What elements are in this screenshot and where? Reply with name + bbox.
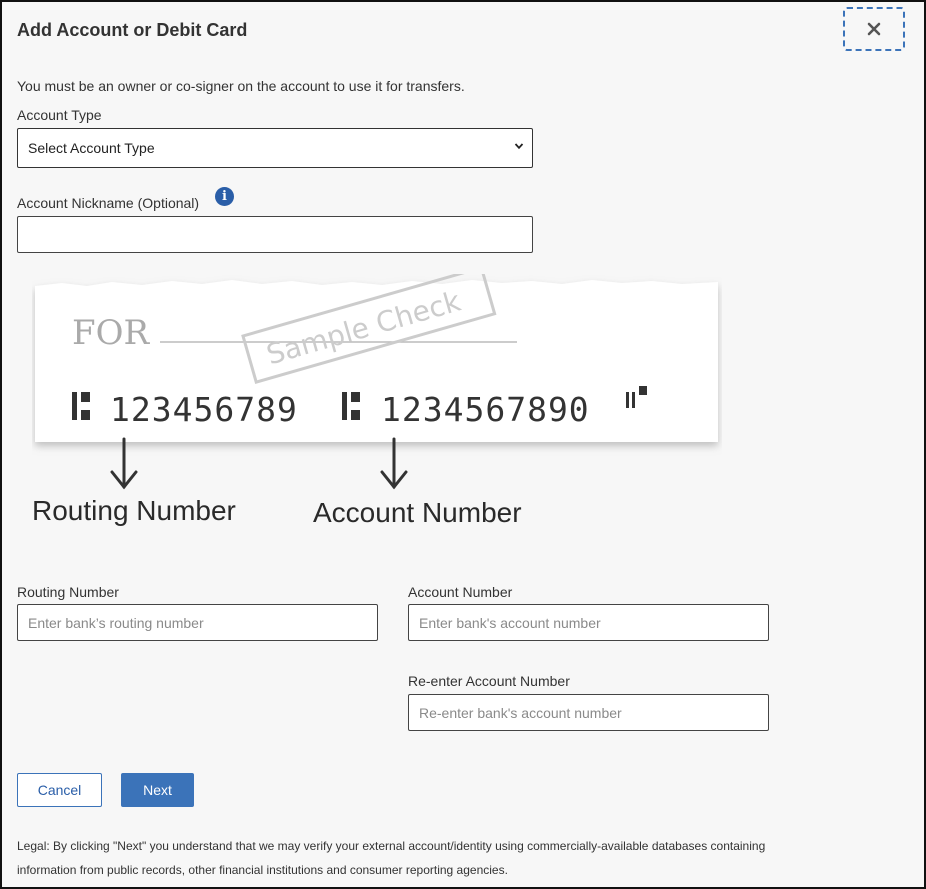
account-type-select[interactable]: Select Account Type [17, 128, 533, 168]
account-number-caption: Account Number [313, 497, 522, 528]
cancel-button[interactable]: Cancel [17, 773, 102, 807]
account-number-input[interactable] [408, 604, 769, 641]
check-for-label: FOR [72, 313, 150, 353]
legal-disclaimer: Legal: By clicking "Next" you understand… [17, 839, 766, 877]
add-account-modal: Add Account or Debit Card You must be an… [0, 0, 926, 889]
chevron-down-icon [514, 143, 524, 150]
nickname-label: Account Nickname (Optional) [17, 195, 200, 211]
account-type-label: Account Type [17, 107, 102, 123]
account-type-selected-value: Select Account Type [28, 140, 155, 156]
sample-check-image: FOR Sample Check 123456789 1234567890 [35, 274, 718, 490]
info-icon[interactable]: i [215, 187, 234, 206]
account-number-label: Account Number [408, 584, 513, 600]
account-arrow-icon [380, 437, 408, 490]
routing-number-caption: Routing Number [32, 495, 236, 526]
owner-notice: You must be an owner or co-signer on the… [17, 78, 465, 94]
reenter-account-number-label: Re-enter Account Number [408, 673, 570, 689]
next-button[interactable]: Next [121, 773, 194, 807]
routing-digits: 123456789 [110, 390, 298, 429]
routing-number-input[interactable] [17, 604, 378, 641]
nickname-input[interactable] [17, 216, 533, 253]
routing-arrow-icon [110, 437, 138, 490]
account-digits: 1234567890 [381, 390, 590, 429]
close-x-icon [867, 22, 881, 36]
close-button[interactable] [843, 7, 905, 51]
modal-title: Add Account or Debit Card [17, 20, 248, 40]
reenter-account-number-input[interactable] [408, 694, 769, 731]
routing-number-label: Routing Number [17, 584, 119, 600]
